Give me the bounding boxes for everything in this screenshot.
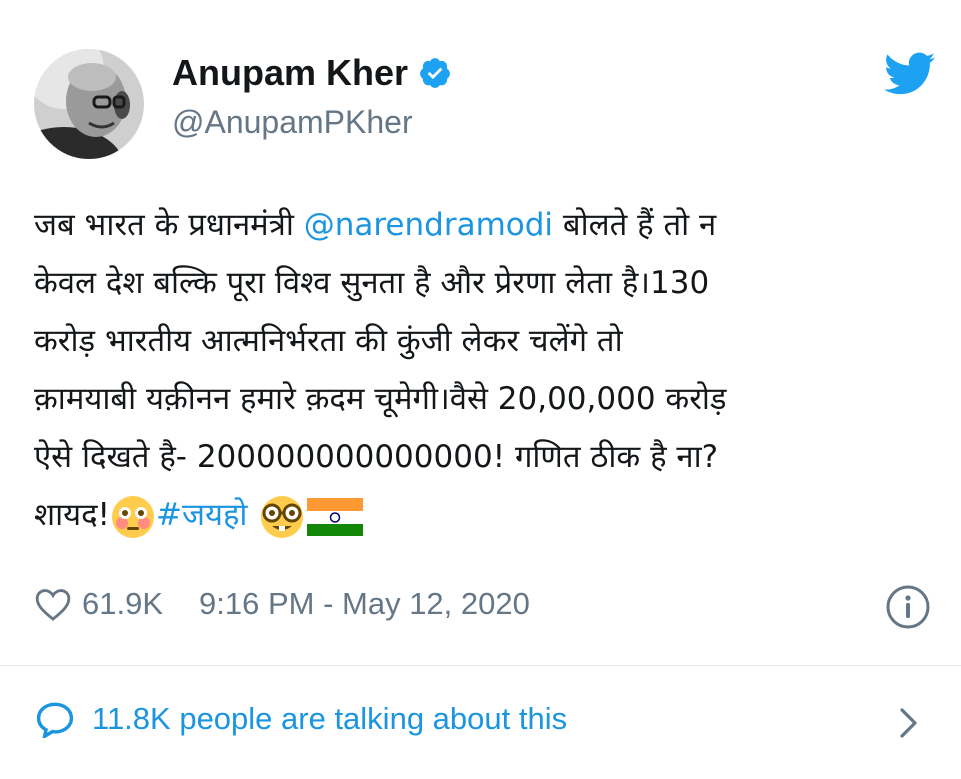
tweet-text: जब भारत के प्रधानमंत्री @narendramodi बो… (34, 196, 934, 544)
talking-count-text: 11.8K people are talking about this (92, 701, 568, 736)
flushed-face-emoji-icon (111, 495, 154, 538)
mention-link[interactable]: @narendramodi (304, 207, 553, 243)
tweet-meta: 61.9K 9:16 PM - May 12, 2020 (34, 582, 530, 626)
divider (0, 665, 961, 666)
tweet-line: जब भारत के प्रधानमंत्री @narendramodi बो… (34, 196, 934, 254)
conversation-link[interactable]: 11.8K people are talking about this (34, 700, 567, 738)
india-flag-emoji-icon (307, 497, 364, 536)
info-icon[interactable] (885, 584, 931, 630)
chevron-right-icon[interactable] (898, 706, 920, 740)
nerd-face-emoji-icon (261, 495, 304, 538)
tweet-text-segment: शायद! (34, 497, 110, 533)
tweet-line: क़ामयाबी यक़ीनन हमारे क़दम चूमेगी।वैसे 2… (34, 381, 727, 417)
like-count[interactable]: 61.9K (82, 586, 163, 622)
tweet-line: केवल देश बल्कि पूरा विश्व सुनता है और प्… (34, 265, 710, 301)
verified-badge-icon (420, 58, 450, 88)
tweet-text-segment: जब भारत के प्रधानमंत्री (34, 207, 304, 243)
heart-icon[interactable] (34, 586, 72, 622)
tweet-line: शायद! #जयहो (34, 486, 934, 544)
hashtag-link[interactable]: #जयहो (156, 497, 247, 533)
author-row: Anupam Kher (172, 52, 452, 94)
tweet-line: ऐसे दिखते है- 200000000000000! गणित ठीक … (34, 439, 719, 475)
author-name[interactable]: Anupam Kher (172, 52, 408, 94)
tweet-timestamp[interactable]: 9:16 PM - May 12, 2020 (199, 586, 530, 622)
twitter-bird-icon[interactable] (884, 52, 936, 96)
tweet-text-segment: बोलते हैं तो न (553, 207, 717, 243)
tweet-line: करोड़ भारतीय आत्मनिर्भरता की कुंजी लेकर … (34, 323, 623, 359)
author-handle[interactable]: @AnupamPKher (172, 104, 413, 141)
author-avatar[interactable] (34, 49, 144, 159)
speech-bubble-icon (36, 702, 74, 738)
